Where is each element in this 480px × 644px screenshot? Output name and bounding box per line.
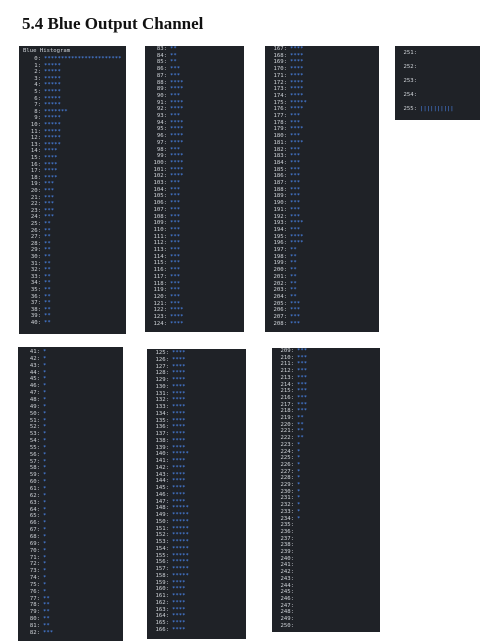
histogram-row-label: 124: (153, 320, 167, 327)
histogram-row: 250: (272, 623, 297, 630)
histogram-row: 254: (395, 92, 420, 99)
histogram-row: 166: **** (147, 626, 186, 634)
histogram-row: 208: *** (265, 320, 301, 328)
histogram-panel-5: 41: * 42: * 43: * 44: * 45: * 46: * 47: * 48: * 49: * 50: *… (18, 347, 123, 641)
histogram-panel-2: 83: ** 84: ** 85: ** 86: *** 87: *** 88: **** 89: ***… (145, 46, 244, 332)
page-title: 5.4 Blue Output Channel (22, 14, 204, 33)
histogram-row: 124: **** (145, 320, 184, 328)
histogram-row-label: 255: (403, 106, 417, 112)
histogram-panel-4: 251: 252: 253: 254: 255: |||||||||| (395, 46, 480, 120)
histogram-panel-3: 167: **** 168: **** 169: **** 170: **** 171: ****… (265, 46, 379, 332)
histogram-row-bar: * (297, 515, 301, 522)
histogram-row: 253: (395, 78, 420, 85)
histogram-panel-6: 125: **** 126: **** 127: **** 128: **** 129: ****… (147, 349, 246, 639)
histogram-row-bar: *** (290, 320, 301, 327)
histogram-panel-1: Blue Histogram 0: ***********************… (19, 46, 126, 334)
histogram-row-bar: *** (43, 629, 54, 636)
histogram-row-label: 252: (403, 64, 417, 70)
histogram-row-bar: ** (44, 320, 51, 326)
histogram-row: 40: ** (19, 320, 51, 327)
histogram-row-label: 250: (280, 622, 294, 629)
histogram-row-label: 40: (30, 320, 41, 326)
histogram-row-bar: |||||||||| (420, 106, 454, 112)
histogram-row-label: 253: (403, 78, 417, 84)
histogram-row-label: 82: (29, 629, 40, 636)
histogram-row: 255: |||||||||| (395, 106, 454, 113)
histogram-row-label: 254: (403, 92, 417, 98)
histogram-row-label: 166: (155, 626, 169, 633)
histogram-panel-7: 209: *** 210: *** 211: *** 212: *** 213: *** 214: *… (272, 348, 380, 632)
histogram-row-label: 251: (403, 50, 417, 56)
histogram-row-bar: **** (170, 320, 184, 327)
histogram-row: 82: *** (18, 630, 53, 637)
histogram-header: Blue Histogram (23, 48, 71, 54)
histogram-row-bar: **** (172, 626, 186, 633)
histogram-row-label: 208: (273, 320, 287, 327)
histogram-row: 252: (395, 64, 420, 71)
histogram-row: 251: (395, 50, 420, 57)
